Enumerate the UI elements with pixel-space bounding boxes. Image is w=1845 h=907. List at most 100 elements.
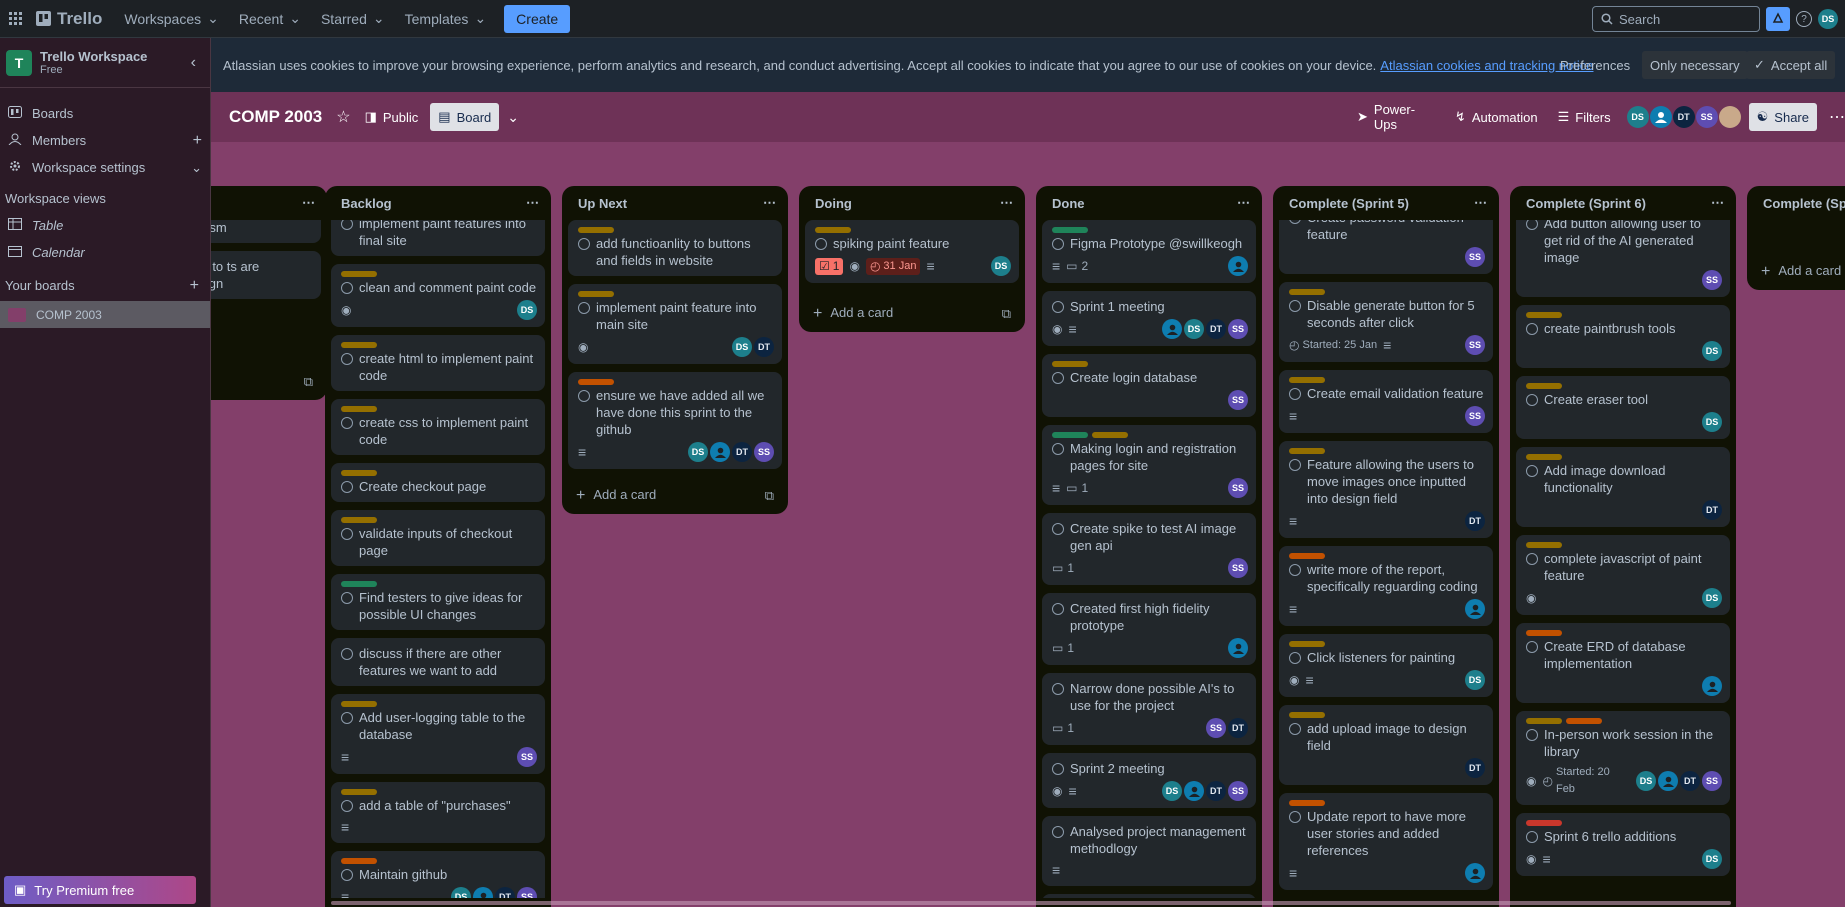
member-avatar[interactable]: DT (1465, 511, 1485, 531)
complete-checkbox-icon[interactable] (1526, 553, 1538, 565)
list-card[interactable]: Add image download functionality DT (1516, 447, 1730, 527)
card-label[interactable] (341, 517, 377, 523)
card-label[interactable] (341, 789, 377, 795)
list-card[interactable]: Add user-logging table to the database ≡ S… (331, 694, 545, 774)
member-avatar[interactable]: DS (1465, 670, 1485, 690)
list-card[interactable]: Sprint 2 meeting ◉ ≡ DS DT SS (1042, 753, 1256, 808)
card-label[interactable] (341, 858, 377, 864)
complete-checkbox-icon[interactable] (1526, 394, 1538, 406)
member-avatar[interactable] (473, 887, 493, 898)
notifications-icon[interactable] (1766, 7, 1790, 31)
list-menu-icon[interactable]: ⋯ (1000, 195, 1013, 211)
card-template-icon[interactable]: ⧉ (1002, 306, 1011, 322)
member-avatar[interactable]: DS (451, 887, 471, 898)
card-label[interactable] (815, 227, 851, 233)
list-title[interactable]: Done (1052, 196, 1085, 211)
member-avatar[interactable]: DS (991, 256, 1011, 276)
member-avatar[interactable] (1465, 863, 1485, 883)
list-card[interactable]: create css to implement paint code (331, 399, 545, 455)
app-switcher-icon[interactable] (8, 11, 24, 27)
card-label[interactable] (341, 271, 377, 277)
member-avatar[interactable]: SS (1702, 771, 1722, 791)
search-input[interactable]: Search (1592, 6, 1760, 32)
complete-checkbox-icon[interactable] (1526, 220, 1538, 230)
card-label[interactable] (1566, 718, 1602, 724)
nav-starred[interactable]: Starred ⌄ (311, 4, 395, 34)
member-avatar[interactable]: SS (1465, 247, 1485, 267)
member-avatar[interactable]: DS (1702, 849, 1722, 869)
list-card[interactable]: discuss if there are other features we w… (331, 638, 545, 686)
list-card[interactable]: write more of the report, specifically r… (1279, 546, 1493, 626)
card-label[interactable] (1526, 718, 1562, 724)
member-avatar[interactable]: DT (1228, 718, 1248, 738)
card-label[interactable] (1092, 432, 1128, 438)
member-avatar[interactable]: DS (732, 337, 752, 357)
complete-checkbox-icon[interactable] (1052, 603, 1064, 615)
visibility-button[interactable]: ◨ Public (357, 103, 427, 131)
list-card[interactable]: Decide on team roles (1042, 894, 1256, 898)
card-label[interactable] (1289, 377, 1325, 383)
card-label[interactable] (1289, 553, 1325, 559)
list-card[interactable]: create html to implement paint code (331, 335, 545, 391)
chevron-down-icon[interactable]: ⌄ (507, 109, 519, 126)
card-label[interactable] (1052, 432, 1088, 438)
cookie-accept-all-button[interactable]: ✓ Accept all (1746, 51, 1836, 79)
card-label[interactable] (1052, 227, 1088, 233)
member-avatar[interactable]: DT (1680, 771, 1700, 791)
list-header[interactable]: Complete (Sprint 5) ⋯ (1273, 186, 1499, 220)
horizontal-scrollbar[interactable] (331, 901, 1731, 905)
card-template-icon[interactable]: ⧉ (765, 488, 774, 504)
member-avatar[interactable]: SS (1228, 558, 1248, 578)
list-card[interactable]: implement paint feature into main site ◉ D… (568, 284, 782, 364)
member-avatar[interactable]: SS (1228, 478, 1248, 498)
member-avatar[interactable]: DT (754, 337, 774, 357)
member-avatar[interactable]: DT (1206, 319, 1226, 339)
card-label[interactable] (1289, 641, 1325, 647)
card-label[interactable] (1289, 289, 1325, 295)
list-card[interactable]: Narrow done possible AI's to use for the… (1042, 673, 1256, 745)
add-member-icon[interactable]: + (193, 132, 202, 150)
member-avatar[interactable] (1184, 781, 1204, 801)
sidebar-view-table[interactable]: Table (0, 212, 210, 239)
member-avatar[interactable] (710, 442, 730, 462)
member-avatar[interactable] (1162, 319, 1182, 339)
complete-checkbox-icon[interactable] (1289, 564, 1301, 576)
more-options-icon[interactable]: ⋯ (1829, 107, 1845, 127)
list-menu-icon[interactable]: ⋯ (1237, 195, 1250, 211)
list-title[interactable]: Up Next (578, 196, 627, 211)
member-avatar[interactable]: DS (1702, 412, 1722, 432)
card-label[interactable] (1052, 361, 1088, 367)
complete-checkbox-icon[interactable] (1289, 388, 1301, 400)
complete-checkbox-icon[interactable] (1289, 300, 1301, 312)
list-title[interactable]: Backlog (341, 196, 392, 211)
list-card[interactable]: Add button allowing user to get rid of t… (1516, 220, 1730, 297)
list-card[interactable]: Analysed project management methodlogy ≡ (1042, 816, 1256, 886)
member-avatar[interactable]: DS (517, 300, 537, 320)
complete-checkbox-icon[interactable] (1289, 811, 1301, 823)
member-avatar[interactable] (1718, 106, 1741, 128)
member-avatar[interactable]: DT (1206, 781, 1226, 801)
complete-checkbox-icon[interactable] (1289, 652, 1301, 664)
complete-checkbox-icon[interactable] (578, 238, 590, 250)
share-button[interactable]: ☯ Share (1748, 103, 1817, 131)
list-menu-icon[interactable]: ⋯ (302, 195, 315, 211)
list-card[interactable]: Figma Prototype @swillkeogh ≡ ▭ 2 (1042, 220, 1256, 283)
list-card[interactable]: In-person work session in the library ◉ ◴ S… (1516, 711, 1730, 805)
list-card[interactable]: validate inputs of checkout page (331, 510, 545, 566)
member-avatar[interactable]: DT (1702, 500, 1722, 520)
card-label[interactable] (1289, 712, 1325, 718)
list-card[interactable]: add functioanlity to buttons and fields … (568, 220, 782, 276)
list-card[interactable]: add upload image to design field DT (1279, 705, 1493, 785)
complete-checkbox-icon[interactable] (341, 220, 353, 230)
card-label[interactable] (341, 342, 377, 348)
member-avatar[interactable]: DT (495, 887, 515, 898)
member-avatar[interactable]: DS (1162, 781, 1182, 801)
complete-checkbox-icon[interactable] (1052, 826, 1064, 838)
board-title[interactable]: COMP 2003 (229, 107, 322, 127)
complete-checkbox-icon[interactable] (1052, 683, 1064, 695)
card-label[interactable] (1526, 312, 1562, 318)
nav-templates[interactable]: Templates ⌄ (395, 4, 497, 34)
list-card[interactable]: Create spike to test AI image gen api ▭ 1 S… (1042, 513, 1256, 585)
list-card[interactable]: Maintain github ≡ DS DT SS (331, 851, 545, 898)
complete-checkbox-icon[interactable] (1052, 372, 1064, 384)
